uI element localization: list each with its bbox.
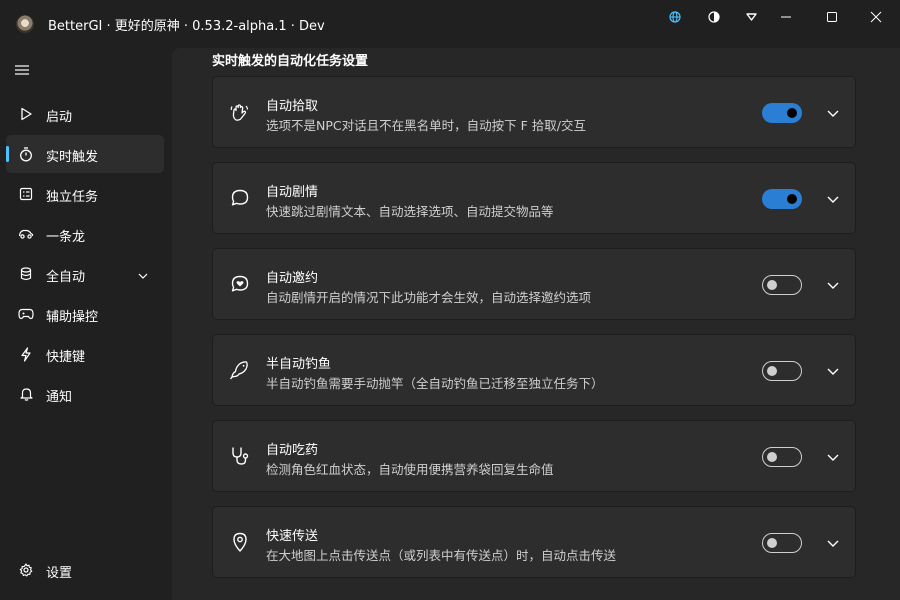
stethoscope-icon bbox=[229, 445, 251, 467]
sidebar-item-label: 全自动 bbox=[46, 270, 86, 285]
toggle-knob bbox=[767, 452, 777, 462]
expand-button[interactable] bbox=[823, 533, 843, 553]
auto-invite-toggle[interactable] bbox=[762, 275, 802, 295]
chevron-down-icon bbox=[827, 282, 839, 289]
menu-toggle-button[interactable] bbox=[14, 62, 34, 78]
card-description: 快速跳过剧情文本、自动选择选项、自动提交物品等 bbox=[266, 204, 554, 219]
window-title: BetterGI · 更好的原神 · 0.53.2-alpha.1 · Dev bbox=[48, 19, 325, 34]
chevron-down-icon bbox=[827, 454, 839, 461]
sidebar-item-label: 辅助操控 bbox=[46, 310, 99, 325]
gamepad-icon bbox=[18, 306, 34, 322]
card-description: 自动剧情开启的情况下此功能才会生效，自动选择邀约选项 bbox=[266, 290, 592, 305]
chevron-down-icon[interactable] bbox=[137, 267, 151, 281]
minimize-button[interactable] bbox=[766, 0, 806, 34]
theme-toggle-button[interactable] bbox=[694, 0, 734, 34]
card-title: 自动剧情 bbox=[266, 185, 319, 200]
database-icon bbox=[18, 266, 34, 282]
chevron-down-icon bbox=[827, 368, 839, 375]
sidebar-item-label: 实时触发 bbox=[46, 150, 99, 165]
scrollbar[interactable] bbox=[886, 48, 900, 600]
gear-icon bbox=[18, 562, 34, 578]
sidebar-item-label: 快捷键 bbox=[46, 350, 86, 365]
active-indicator bbox=[6, 146, 9, 162]
toggle-knob bbox=[767, 538, 777, 548]
sidebar-item-independent-task[interactable]: 独立任务 bbox=[6, 175, 164, 213]
setting-card-auto-dialogue[interactable]: 自动剧情 快速跳过剧情文本、自动选择选项、自动提交物品等 bbox=[212, 162, 856, 234]
expand-button[interactable] bbox=[823, 275, 843, 295]
task-list-icon bbox=[18, 186, 34, 202]
app-logo bbox=[16, 15, 34, 33]
setting-card-semi-auto-fishing[interactable]: 半自动钓鱼 半自动钓鱼需要手动抛竿（全自动钓鱼已迁移至独立任务下） bbox=[212, 334, 856, 406]
card-title: 自动吃药 bbox=[266, 443, 319, 458]
card-title: 快速传送 bbox=[266, 529, 319, 544]
location-pin-icon bbox=[229, 531, 251, 553]
chevron-down-icon bbox=[827, 540, 839, 547]
setting-card-quick-teleport[interactable]: 快速传送 在大地图上点击传送点（或列表中有传送点）时，自动点击传送 bbox=[212, 506, 856, 578]
timer-icon bbox=[18, 146, 34, 162]
sidebar-item-label: 一条龙 bbox=[46, 230, 86, 245]
toggle-knob bbox=[787, 194, 797, 204]
sidebar-item-hotkeys[interactable]: 快捷键 bbox=[6, 335, 164, 373]
sidebar-item-notifications[interactable]: 通知 bbox=[6, 375, 164, 413]
maximize-button[interactable] bbox=[812, 0, 852, 34]
semi-auto-fishing-toggle[interactable] bbox=[762, 361, 802, 381]
chevron-down-icon bbox=[827, 110, 839, 117]
hand-wave-icon bbox=[229, 101, 251, 123]
maximize-icon bbox=[827, 12, 837, 22]
hamburger-menu-icon bbox=[15, 65, 29, 75]
setting-card-auto-invite[interactable]: 自动邀约 自动剧情开启的情况下此功能才会生效，自动选择邀约选项 bbox=[212, 248, 856, 320]
minimize-icon bbox=[781, 16, 791, 18]
flash-icon bbox=[18, 346, 34, 362]
quick-teleport-toggle[interactable] bbox=[762, 533, 802, 553]
card-description: 在大地图上点击传送点（或列表中有传送点）时，自动点击传送 bbox=[266, 548, 617, 563]
fish-icon bbox=[229, 359, 251, 381]
expand-button[interactable] bbox=[823, 361, 843, 381]
chat-heart-icon bbox=[229, 273, 251, 295]
car-icon bbox=[18, 226, 34, 242]
close-icon bbox=[870, 11, 882, 23]
theme-toggle-icon bbox=[708, 11, 720, 23]
card-title: 半自动钓鱼 bbox=[266, 357, 332, 372]
sidebar-item-full-auto[interactable]: 全自动 bbox=[6, 255, 164, 293]
card-description: 选项不是NPC对话且不在黑名单时，自动按下 F 拾取/交互 bbox=[266, 118, 586, 133]
sidebar-item-label: 通知 bbox=[46, 390, 73, 405]
globe-icon bbox=[669, 11, 681, 23]
sidebar-item-label: 独立任务 bbox=[46, 190, 99, 205]
chat-bubble-icon bbox=[229, 187, 251, 209]
toggle-knob bbox=[787, 108, 797, 118]
sidebar-item-settings[interactable]: 设置 bbox=[6, 551, 164, 589]
sidebar-item-label: 启动 bbox=[46, 110, 73, 125]
section-title: 实时触发的自动化任务设置 bbox=[212, 54, 369, 69]
title-bar: BetterGI · 更好的原神 · 0.53.2-alpha.1 · Dev bbox=[0, 0, 900, 48]
expand-button[interactable] bbox=[823, 189, 843, 209]
main-content: 实时触发的自动化任务设置 自动拾取 选项不是NPC对话且不在黑名单时，自动按下 … bbox=[172, 48, 900, 600]
sidebar-item-label: 设置 bbox=[46, 566, 73, 581]
auto-eat-toggle[interactable] bbox=[762, 447, 802, 467]
toggle-knob bbox=[767, 366, 777, 376]
dropdown-icon bbox=[745, 12, 757, 21]
chevron-down-icon bbox=[827, 196, 839, 203]
bell-icon bbox=[18, 386, 34, 402]
sidebar: 启动 实时触发 独立任务 一条龙 全自动 辅助操控 快捷键 通知 设置 bbox=[0, 48, 172, 600]
toggle-knob bbox=[767, 280, 777, 290]
setting-card-auto-pickup[interactable]: 自动拾取 选项不是NPC对话且不在黑名单时，自动按下 F 拾取/交互 bbox=[212, 76, 856, 148]
sidebar-item-start[interactable]: 启动 bbox=[6, 95, 164, 133]
globe-button[interactable] bbox=[655, 0, 695, 34]
card-title: 自动邀约 bbox=[266, 271, 319, 286]
expand-button[interactable] bbox=[823, 447, 843, 467]
card-description: 半自动钓鱼需要手动抛竿（全自动钓鱼已迁移至独立任务下） bbox=[266, 376, 604, 391]
expand-button[interactable] bbox=[823, 103, 843, 123]
auto-pickup-toggle[interactable] bbox=[762, 103, 802, 123]
card-description: 检测角色红血状态，自动使用便携营养袋回复生命值 bbox=[266, 462, 554, 477]
dropdown-button[interactable] bbox=[731, 0, 771, 34]
sidebar-item-assist-control[interactable]: 辅助操控 bbox=[6, 295, 164, 333]
setting-card-auto-eat[interactable]: 自动吃药 检测角色红血状态，自动使用便携营养袋回复生命值 bbox=[212, 420, 856, 492]
sidebar-item-realtime-trigger[interactable]: 实时触发 bbox=[6, 135, 164, 173]
close-button[interactable] bbox=[856, 0, 896, 34]
play-icon bbox=[18, 106, 34, 122]
card-title: 自动拾取 bbox=[266, 99, 319, 114]
sidebar-item-one-dragon[interactable]: 一条龙 bbox=[6, 215, 164, 253]
auto-dialogue-toggle[interactable] bbox=[762, 189, 802, 209]
